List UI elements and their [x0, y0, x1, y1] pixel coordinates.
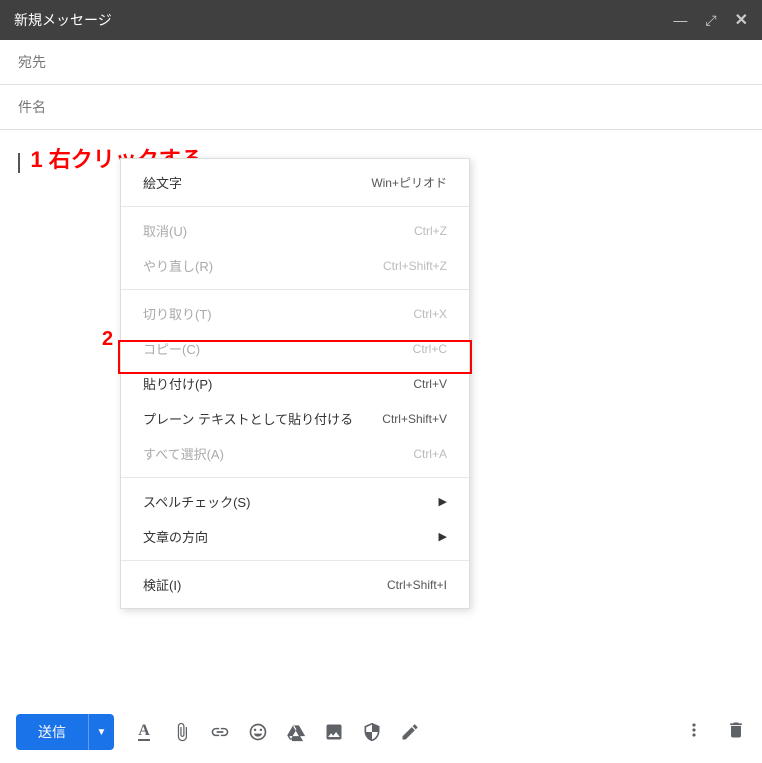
menu-item-label: 文章の方向 [143, 527, 208, 546]
menu-item-shortcut: Ctrl+A [413, 447, 447, 461]
menu-item-label: コピー(C) [143, 339, 200, 358]
submenu-arrow-icon: ▶ [439, 495, 447, 508]
attach-file-icon[interactable] [172, 722, 192, 742]
menu-item-label: 貼り付け(P) [143, 374, 212, 393]
insert-signature-icon[interactable] [400, 722, 420, 742]
context-menu-item[interactable]: すべて選択(A) Ctrl+A [121, 436, 469, 471]
context-menu-item[interactable]: 切り取り(T) Ctrl+X [121, 296, 469, 331]
context-menu-item[interactable]: 検証(I) Ctrl+Shift+I [121, 567, 469, 602]
menu-item-label: 検証(I) [143, 575, 181, 594]
menu-item-label: 絵文字 [143, 173, 182, 192]
compose-header: 新規メッセージ — ⤢ ✕ [0, 0, 762, 40]
send-more-dropdown[interactable]: ▼ [88, 714, 114, 750]
context-menu-item[interactable]: 文章の方向 ▶ [121, 519, 469, 554]
context-menu-item[interactable]: やり直し(R) Ctrl+Shift+Z [121, 248, 469, 283]
menu-item-shortcut: Ctrl+Z [414, 224, 447, 238]
format-text-icon[interactable]: A [134, 722, 154, 742]
annotation-2: 2 [102, 328, 113, 351]
send-button-group: 送信 ▼ [16, 714, 114, 750]
menu-item-label: スペルチェック(S) [143, 492, 250, 511]
more-options-icon[interactable] [684, 720, 704, 745]
compose-title: 新規メッセージ [14, 10, 112, 30]
menu-item-shortcut: Ctrl+V [413, 377, 447, 391]
fullscreen-icon[interactable]: ⤢ [705, 12, 716, 29]
toolbar-right [684, 720, 746, 745]
discard-draft-icon[interactable] [726, 720, 746, 745]
insert-link-icon[interactable] [210, 722, 230, 742]
context-menu: 絵文字 Win+ピリオド取消(U) Ctrl+Z やり直し(R) Ctrl+Shift+… [120, 158, 470, 609]
text-cursor [18, 153, 20, 173]
menu-item-label: プレーン テキストとして貼り付ける [143, 409, 353, 428]
menu-item-label: 切り取り(T) [143, 304, 212, 323]
menu-item-shortcut: Ctrl+Shift+Z [383, 259, 447, 273]
menu-item-shortcut: Ctrl+Shift+I [387, 578, 447, 592]
formatting-tools: A [134, 722, 420, 742]
compose-toolbar: 送信 ▼ A [0, 701, 762, 763]
menu-item-label: やり直し(R) [143, 256, 213, 275]
context-menu-item[interactable]: コピー(C) Ctrl+C [121, 331, 469, 366]
to-label: 宛先 [18, 54, 46, 70]
menu-item-shortcut: Ctrl+C [413, 342, 447, 356]
send-button[interactable]: 送信 [16, 714, 88, 750]
subject-field[interactable]: 件名 [0, 85, 762, 130]
context-menu-item[interactable]: 絵文字 Win+ピリオド [121, 165, 469, 200]
header-actions: — ⤢ ✕ [673, 10, 748, 30]
context-menu-item[interactable]: 取消(U) Ctrl+Z [121, 213, 469, 248]
message-body[interactable]: 1 右クリックする 絵文字Win+ピリオド取消(U)Ctrl+Zやり直し(R)C… [0, 130, 762, 750]
menu-item-label: すべて選択(A) [143, 444, 224, 463]
subject-label: 件名 [18, 99, 46, 115]
confidential-mode-icon[interactable] [362, 722, 382, 742]
menu-item-shortcut: Ctrl+X [413, 307, 447, 321]
close-icon[interactable]: ✕ [735, 10, 748, 30]
insert-drive-icon[interactable] [286, 722, 306, 742]
minimize-icon[interactable]: — [673, 12, 687, 28]
context-menu-item[interactable]: プレーン テキストとして貼り付ける Ctrl+Shift+V [121, 401, 469, 436]
insert-emoji-icon[interactable] [248, 722, 268, 742]
context-menu-item[interactable]: スペルチェック(S) ▶ [121, 484, 469, 519]
menu-item-shortcut: Win+ピリオド [371, 174, 447, 191]
submenu-arrow-icon: ▶ [439, 530, 447, 543]
menu-item-label: 取消(U) [143, 221, 187, 240]
context-menu-item[interactable]: 貼り付け(P) Ctrl+V [121, 366, 469, 401]
to-field[interactable]: 宛先 [0, 40, 762, 85]
insert-photo-icon[interactable] [324, 722, 344, 742]
menu-item-shortcut: Ctrl+Shift+V [382, 412, 447, 426]
